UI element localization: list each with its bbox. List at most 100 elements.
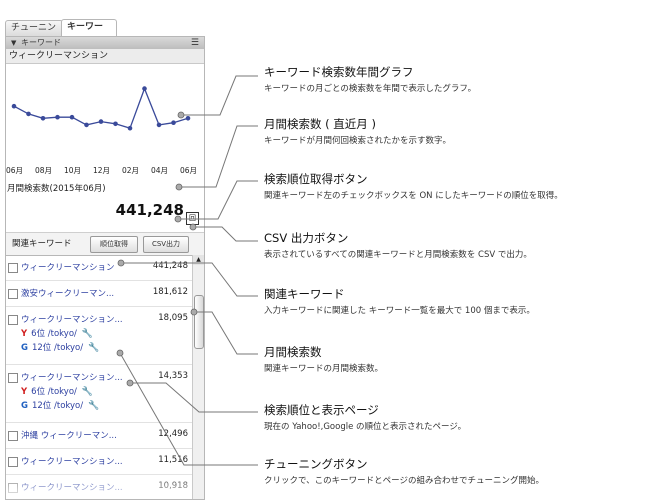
row-search-count: 11,516 xyxy=(158,455,188,465)
keyword-input[interactable]: ウィークリーマンション xyxy=(6,49,204,64)
google-icon: G xyxy=(21,343,28,353)
annual-search-chart xyxy=(11,86,191,131)
chart-x-tick-label: 10月 xyxy=(64,166,82,175)
tuning-wrench-icon[interactable]: 🔧 xyxy=(88,343,99,353)
rank-position: 6位 xyxy=(31,329,46,339)
row-keyword-link[interactable]: ウィークリーマンション... xyxy=(21,455,123,467)
rank-page-link[interactable]: /tokyo/ xyxy=(54,343,83,353)
google-icon: G xyxy=(21,401,28,411)
tuning-wrench-icon[interactable]: 🔧 xyxy=(82,387,93,397)
keyword-panel: チューニング キーワード ▼ キーワード ☰ ウィークリーマンション 06月 08… xyxy=(5,19,205,500)
tuning-wrench-icon[interactable]: 🔧 xyxy=(82,329,93,339)
yahoo-icon: Y xyxy=(21,387,28,397)
related-keyword-list: ウィークリーマンション 441,248 激安ウィークリーマン... 181,612 ウィ… xyxy=(6,255,192,499)
annotation-description: 関連キーワード左のチェックボックスを ON にしたキーワードの順位を取得。 xyxy=(264,191,563,201)
row-search-count: 12,496 xyxy=(158,429,188,439)
monthly-search-title: 月間検索数(2015年06月) xyxy=(7,184,106,194)
annotation-description: 表示されているすべての関連キーワードと月間検索数を CSV で出力。 xyxy=(264,250,532,260)
scroll-thumb[interactable] xyxy=(194,295,204,349)
chart-point xyxy=(55,114,60,120)
scroll-up-arrow-icon[interactable]: ▲ xyxy=(193,255,204,265)
tuning-wrench-icon[interactable]: 🔧 xyxy=(88,401,99,411)
list-fade xyxy=(6,472,192,499)
yahoo-icon: Y xyxy=(21,329,28,339)
chart-point xyxy=(156,122,162,128)
chart-point xyxy=(40,116,46,121)
keyword-row: 沖縄 ウィークリーマン... 12,496 xyxy=(6,423,192,449)
related-toolbar: 関連キーワード 順位取得 CSV出力 xyxy=(6,232,204,256)
chart-point xyxy=(142,86,147,91)
related-keywords-label: 関連キーワード xyxy=(12,239,72,249)
tab-tuning[interactable]: チューニング xyxy=(5,20,63,48)
annotation-description: キーワードの月ごとの検索数を年間で表示したグラフ。 xyxy=(264,84,477,94)
annotation-description: クリックで、このキーワードとページの組み合わせでチューニング開始。 xyxy=(264,476,544,486)
chart-point xyxy=(127,125,133,131)
rank-line: G 12位 /tokyo/ 🔧 xyxy=(21,341,99,353)
list-menu-icon[interactable]: ☰ xyxy=(191,37,199,49)
row-search-count: 18,095 xyxy=(158,313,188,323)
row-checkbox[interactable] xyxy=(8,373,18,383)
row-keyword-link[interactable]: 沖縄 ウィークリーマン... xyxy=(21,429,117,441)
annotation-description: 関連キーワードの月間検索数。 xyxy=(264,364,384,374)
chart-point xyxy=(69,114,75,120)
annotation-title: 検索順位と表示ページ xyxy=(264,403,379,417)
annotation-description: 入力キーワードに関連した キーワード一覧を最大で 100 個まで表示。 xyxy=(264,306,535,316)
row-keyword-link[interactable]: ウィークリーマンション xyxy=(21,261,115,273)
rank-position: 6位 xyxy=(31,387,46,397)
monthly-search-value: 441,248 xyxy=(115,201,184,219)
row-search-count: 14,353 xyxy=(158,371,188,381)
chart-x-tick-label: 06月 xyxy=(6,166,24,175)
annotation-title: キーワード検索数年間グラフ xyxy=(264,65,414,79)
row-keyword-link[interactable]: 激安ウィークリーマン... xyxy=(21,287,114,299)
annotation-title: チューニングボタン xyxy=(264,457,368,471)
rank-page-link[interactable]: /tokyo/ xyxy=(54,401,83,411)
row-keyword-link[interactable]: ウィークリーマンション... xyxy=(21,371,123,383)
annotation-title: CSV 出力ボタン xyxy=(264,231,349,245)
row-checkbox[interactable] xyxy=(8,457,18,467)
rank-line: Y 6位 /tokyo/ 🔧 xyxy=(21,385,93,397)
tab-keyword[interactable]: キーワード xyxy=(61,19,117,47)
annotation-description: 現在の Yahoo!,Google の順位と表示されたページ。 xyxy=(264,422,467,432)
chart-point xyxy=(185,116,191,121)
rank-line: G 12位 /tokyo/ 🔧 xyxy=(21,399,99,411)
row-checkbox[interactable] xyxy=(8,315,18,325)
panel-body: ▼ キーワード ☰ ウィークリーマンション 06月 08月 10月 12月 02月 04月… xyxy=(5,36,205,500)
keyword-row: ウィークリーマンション... 14,353 Y 6位 /tokyo/🔧 G 12位 /to… xyxy=(6,365,192,423)
annotation-title: 月間検索数 xyxy=(264,345,322,359)
rank-position: 12位 xyxy=(31,401,52,411)
chart-x-tick-label: 04月 xyxy=(151,166,169,175)
list-scrollbar[interactable]: ▲ xyxy=(192,255,204,499)
chart-point xyxy=(113,121,118,127)
rank-line: Y 6位 /tokyo/ 🔧 xyxy=(21,327,93,339)
chart-x-tick-label: 06月 xyxy=(180,166,198,175)
chart-x-tick-label: 08月 xyxy=(35,166,53,175)
keyword-section-header[interactable]: ▼ キーワード ☰ xyxy=(6,37,204,49)
keyword-section-label: キーワード xyxy=(21,38,61,47)
tab-bar: チューニング キーワード xyxy=(5,19,205,48)
rank-fetch-button[interactable]: 順位取得 xyxy=(90,236,138,253)
chart-point xyxy=(11,103,17,109)
keyword-row: ウィークリーマンション 441,248 xyxy=(6,255,192,281)
rank-page-link[interactable]: /tokyo/ xyxy=(48,387,77,397)
chart-x-tick-label: 12月 xyxy=(93,166,111,175)
row-search-count: 441,248 xyxy=(152,261,188,271)
collapse-triangle-icon[interactable]: ▼ xyxy=(11,37,16,49)
chart-point xyxy=(26,111,31,117)
csv-export-button[interactable]: CSV出力 xyxy=(143,236,189,253)
annotation-description: キーワードが月間何回検索されたかを示す数字。 xyxy=(264,136,452,146)
keyword-row: ウィークリーマンション... 18,095 Y 6位 /tokyo/🔧 G 12位 /to… xyxy=(6,307,192,365)
annotation-title: 月間検索数 ( 直近月 ) xyxy=(264,117,376,131)
annotation-title: 検索順位取得ボタン xyxy=(264,172,368,186)
row-checkbox[interactable] xyxy=(8,431,18,441)
rank-page-link[interactable]: /tokyo/ xyxy=(48,329,77,339)
rank-position: 12位 xyxy=(31,343,52,353)
chart-point xyxy=(84,122,89,128)
keyword-row: 激安ウィークリーマン... 181,612 xyxy=(6,281,192,307)
row-checkbox[interactable] xyxy=(8,289,18,299)
row-search-count: 181,612 xyxy=(152,287,188,297)
chart-point xyxy=(171,120,176,125)
chart-point xyxy=(98,119,104,124)
row-keyword-link[interactable]: ウィークリーマンション... xyxy=(21,313,123,325)
row-checkbox[interactable] xyxy=(8,263,18,273)
chart-x-tick-label: 02月 xyxy=(122,166,140,175)
